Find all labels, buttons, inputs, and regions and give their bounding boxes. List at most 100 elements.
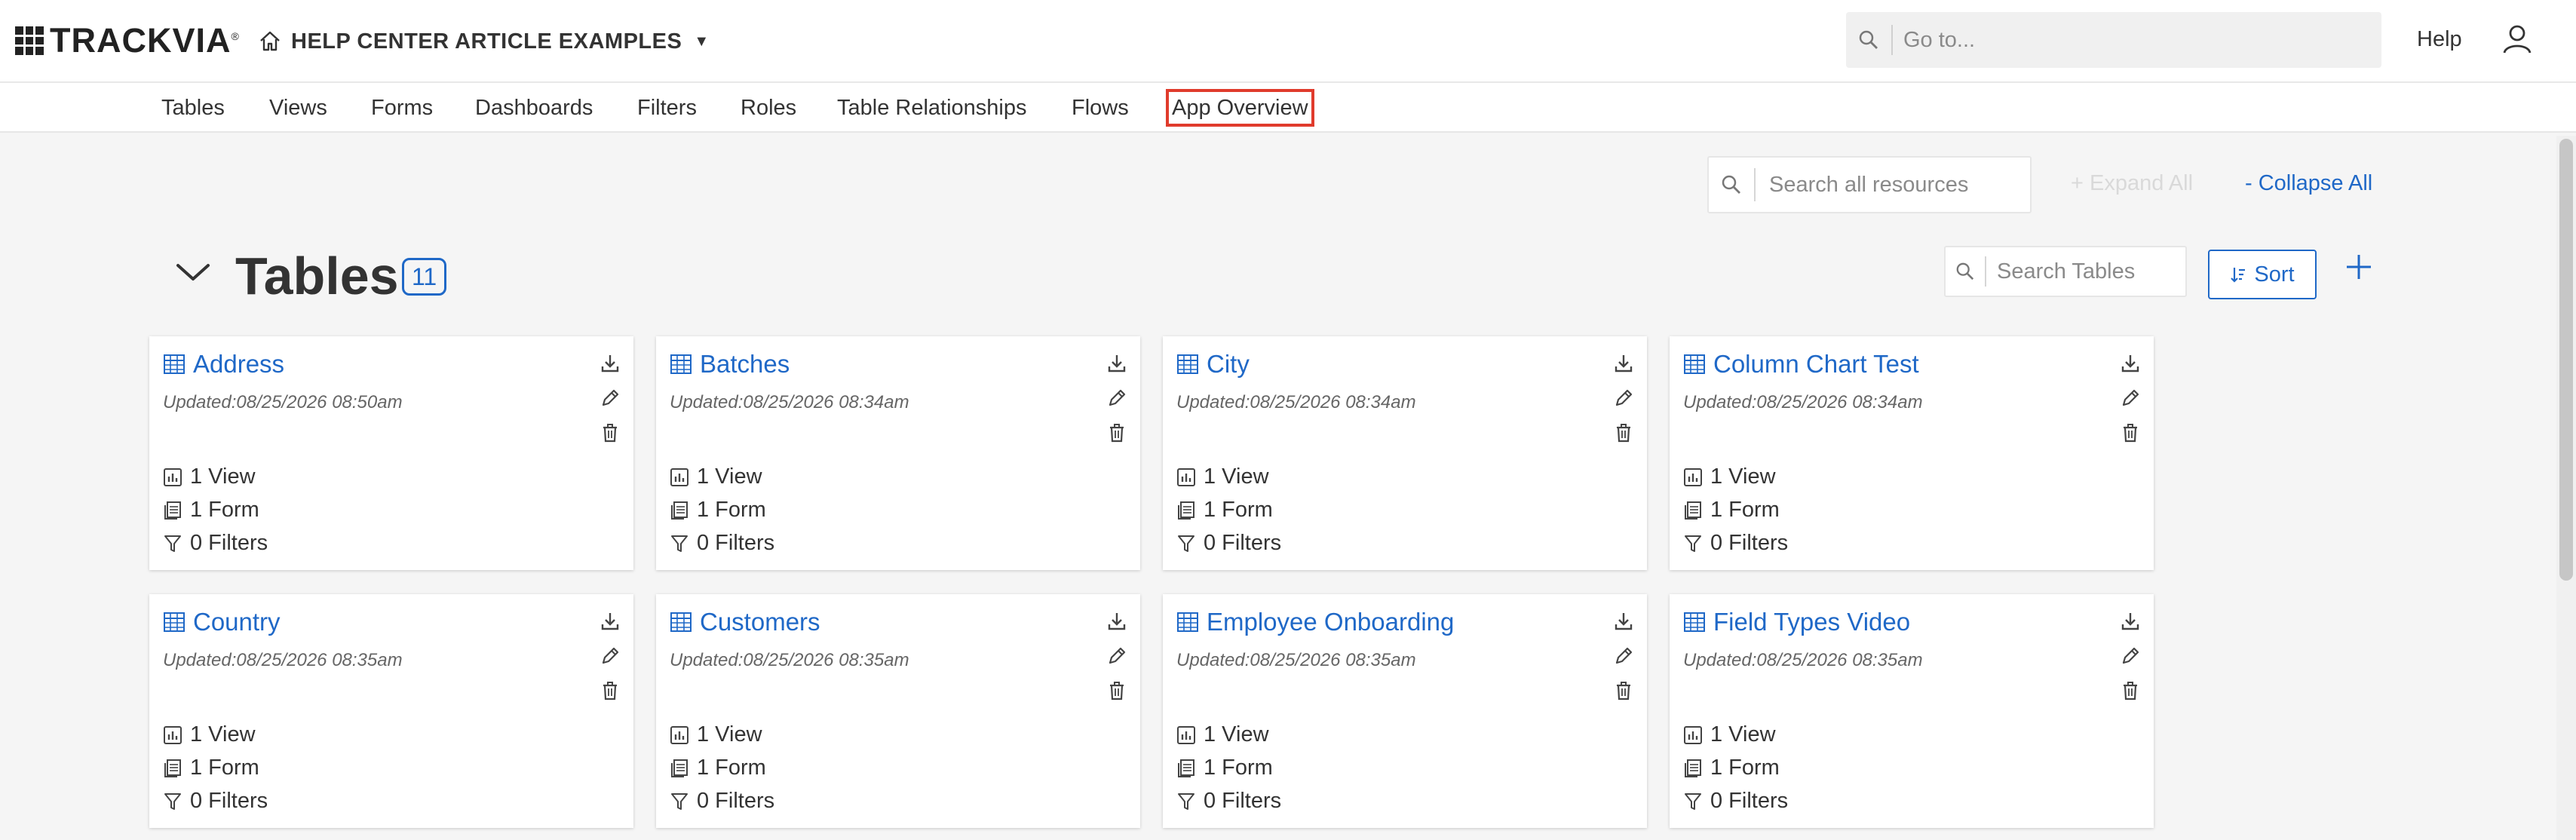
download-icon[interactable] (1106, 353, 1127, 374)
updated-timestamp: Updated:08/25/2026 08:35am (670, 650, 909, 670)
edit-icon[interactable] (600, 388, 621, 409)
app-name: HELP CENTER ARTICLE EXAMPLES (291, 29, 682, 54)
download-icon[interactable] (1613, 611, 1634, 632)
collapse-section-icon[interactable] (175, 261, 211, 284)
edit-icon[interactable] (1613, 388, 1634, 409)
forms-label: 1 Form (697, 756, 766, 780)
forms-count[interactable]: 1 Form (163, 498, 259, 523)
search-icon (1709, 174, 1754, 195)
app-switcher[interactable]: HELP CENTER ARTICLE EXAMPLES ▼ (258, 26, 709, 57)
scrollbar[interactable] (2556, 136, 2576, 840)
edit-icon[interactable] (2120, 388, 2141, 409)
delete-icon[interactable] (600, 680, 621, 701)
views-count[interactable]: 1 View (1683, 464, 1776, 489)
delete-icon[interactable] (2120, 422, 2141, 443)
user-icon[interactable] (2501, 23, 2534, 56)
forms-label: 1 Form (190, 756, 259, 780)
search-resources-input[interactable] (1756, 172, 2012, 198)
tab-views[interactable]: Views (269, 95, 327, 121)
table-title-link[interactable]: Field Types Video (1713, 608, 1910, 636)
tab-app-overview[interactable]: App Overview (1166, 89, 1314, 127)
filters-count[interactable]: 0 Filters (1176, 789, 1281, 814)
tab-table-relationships[interactable]: Table Relationships (837, 95, 1026, 121)
table-title-link[interactable]: Address (193, 350, 284, 379)
updated-timestamp: Updated:08/25/2026 08:34am (670, 392, 909, 412)
filters-count[interactable]: 0 Filters (670, 531, 774, 556)
forms-count[interactable]: 1 Form (1176, 498, 1273, 523)
table-title-link[interactable]: Country (193, 608, 281, 636)
scrollbar-thumb[interactable] (2559, 139, 2573, 581)
collapse-all-button[interactable]: - Collapse All (2245, 171, 2372, 196)
views-label: 1 View (697, 722, 762, 746)
table-title-link[interactable]: Employee Onboarding (1207, 608, 1454, 636)
download-icon[interactable] (2120, 353, 2141, 374)
table-icon (1684, 354, 1705, 374)
views-count[interactable]: 1 View (670, 722, 762, 747)
views-count[interactable]: 1 View (1683, 722, 1776, 747)
download-icon[interactable] (1613, 353, 1634, 374)
filters-count[interactable]: 0 Filters (163, 531, 268, 556)
edit-icon[interactable] (1106, 645, 1127, 667)
views-count[interactable]: 1 View (670, 464, 762, 489)
search-tables-input[interactable] (1986, 259, 2175, 284)
tab-flows[interactable]: Flows (1072, 95, 1129, 121)
download-icon[interactable] (600, 611, 621, 632)
forms-count[interactable]: 1 Form (1176, 756, 1273, 780)
delete-icon[interactable] (1106, 680, 1127, 701)
views-label: 1 View (1710, 722, 1776, 746)
tab-forms[interactable]: Forms (371, 95, 433, 121)
download-icon[interactable] (2120, 611, 2141, 632)
view-icon (1177, 725, 1195, 744)
tab-dashboards[interactable]: Dashboards (475, 95, 593, 121)
edit-icon[interactable] (1106, 388, 1127, 409)
delete-icon[interactable] (1106, 422, 1127, 443)
forms-count[interactable]: 1 Form (670, 756, 766, 780)
forms-count[interactable]: 1 Form (163, 756, 259, 780)
view-icon (164, 468, 182, 486)
form-icon (1178, 759, 1194, 777)
views-count[interactable]: 1 View (1176, 722, 1269, 747)
delete-icon[interactable] (2120, 680, 2141, 701)
edit-icon[interactable] (2120, 645, 2141, 667)
filters-count[interactable]: 0 Filters (1176, 531, 1281, 556)
table-card: Column Chart Test Updated:08/25/2026 08:… (1670, 336, 2154, 570)
table-title-link[interactable]: Batches (700, 350, 790, 379)
table-icon (164, 354, 185, 374)
table-title-link[interactable]: Customers (700, 608, 820, 636)
edit-icon[interactable] (600, 645, 621, 667)
sort-button[interactable]: Sort (2208, 250, 2317, 299)
filters-count[interactable]: 0 Filters (670, 789, 774, 814)
delete-icon[interactable] (1613, 422, 1634, 443)
forms-label: 1 Form (1710, 756, 1780, 780)
forms-label: 1 Form (190, 498, 259, 522)
tab-filters[interactable]: Filters (637, 95, 697, 121)
views-label: 1 View (190, 722, 256, 746)
tab-roles[interactable]: Roles (741, 95, 796, 121)
forms-count[interactable]: 1 Form (670, 498, 766, 523)
updated-timestamp: Updated:08/25/2026 08:50am (163, 392, 403, 412)
download-icon[interactable] (1106, 611, 1127, 632)
table-title-link[interactable]: City (1207, 350, 1250, 379)
filter-icon (1178, 535, 1194, 552)
views-label: 1 View (190, 464, 256, 489)
views-count[interactable]: 1 View (163, 722, 256, 747)
expand-all-button[interactable]: + Expand All (2071, 171, 2193, 196)
views-count[interactable]: 1 View (163, 464, 256, 489)
filters-count[interactable]: 0 Filters (1683, 531, 1788, 556)
delete-icon[interactable] (1613, 680, 1634, 701)
table-title-link[interactable]: Column Chart Test (1713, 350, 1919, 379)
tab-tables[interactable]: Tables (161, 95, 225, 121)
trackvia-logo[interactable]: TRACKVIA® (15, 21, 240, 60)
forms-count[interactable]: 1 Form (1683, 756, 1780, 780)
filters-count[interactable]: 0 Filters (1683, 789, 1788, 814)
add-table-icon[interactable] (2344, 252, 2374, 282)
goto-input[interactable] (1893, 27, 2345, 53)
views-count[interactable]: 1 View (1176, 464, 1269, 489)
edit-icon[interactable] (1613, 645, 1634, 667)
download-icon[interactable] (600, 353, 621, 374)
filters-count[interactable]: 0 Filters (163, 789, 268, 814)
help-link[interactable]: Help (2417, 27, 2462, 52)
delete-icon[interactable] (600, 422, 621, 443)
forms-count[interactable]: 1 Form (1683, 498, 1780, 523)
view-icon (670, 725, 688, 744)
